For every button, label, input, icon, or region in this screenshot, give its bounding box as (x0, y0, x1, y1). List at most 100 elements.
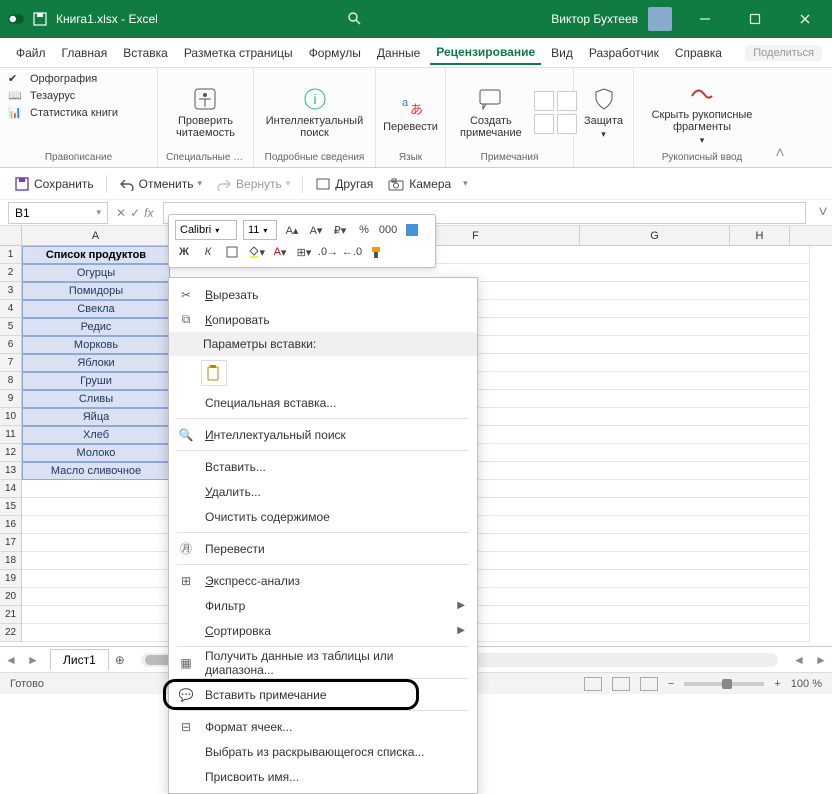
sheet-tab-1[interactable]: Лист1 (50, 649, 109, 670)
italic-button[interactable]: К (199, 243, 217, 261)
cell[interactable]: Редис (22, 318, 170, 336)
increase-decimal-icon[interactable]: .0→ (319, 243, 337, 261)
ctx-insert[interactable]: Вставить... (169, 454, 477, 479)
row-header[interactable]: 21 (0, 606, 22, 624)
tab-view[interactable]: Вид (545, 42, 579, 64)
cell[interactable] (22, 516, 170, 534)
tab-developer[interactable]: Разработчик (583, 42, 665, 64)
translate-button[interactable]: aあ Перевести (377, 89, 444, 135)
smart-lookup-button[interactable]: i Интеллектуальный поиск (260, 83, 369, 141)
minimize-button[interactable] (682, 0, 728, 38)
ctx-filter[interactable]: Фильтр▶ (169, 593, 477, 618)
accounting-format-icon[interactable]: ₽▾ (331, 221, 349, 239)
scroll-right-button[interactable]: ► (810, 653, 832, 667)
row-header[interactable]: 10 (0, 408, 22, 426)
qat-undo-button[interactable]: Отменить▾ (115, 175, 206, 193)
cell[interactable]: Груши (22, 372, 170, 390)
column-header-A[interactable]: A (22, 226, 170, 245)
name-box[interactable]: B1▾ (8, 202, 108, 224)
tab-help[interactable]: Справка (669, 42, 728, 64)
thesaurus-button[interactable]: 📖Тезаурус (8, 89, 75, 103)
tab-insert[interactable]: Вставка (117, 42, 174, 64)
ctx-format-cells[interactable]: ⊟Формат ячеек... (169, 714, 477, 739)
zoom-slider[interactable] (684, 682, 764, 686)
cell[interactable]: Свекла (22, 300, 170, 318)
mini-font-select[interactable]: Calibri▾ (175, 220, 237, 240)
row-header[interactable]: 20 (0, 588, 22, 606)
fill-color-button[interactable]: ▾ (247, 243, 265, 261)
zoom-level-label[interactable]: 100 % (791, 678, 822, 690)
qat-save-button[interactable]: Сохранить (10, 174, 98, 194)
ctx-pick-from-list[interactable]: Выбрать из раскрывающегося списка... (169, 739, 477, 764)
cell[interactable]: Список продуктов (22, 246, 170, 264)
row-header[interactable]: 18 (0, 552, 22, 570)
mini-fontsize-select[interactable]: 11▾ (243, 220, 277, 240)
confirm-entry-icon[interactable]: ✓ (130, 206, 140, 220)
formula-bar-expand[interactable]: ˅ (814, 204, 832, 222)
percent-format-icon[interactable]: % (355, 221, 373, 239)
row-header[interactable]: 12 (0, 444, 22, 462)
tab-scroll-right[interactable]: ► (22, 653, 44, 667)
cell[interactable] (22, 624, 170, 642)
cell[interactable] (22, 606, 170, 624)
cell[interactable] (22, 552, 170, 570)
row-header[interactable]: 4 (0, 300, 22, 318)
show-comment-button[interactable] (534, 114, 554, 134)
row-header[interactable]: 6 (0, 336, 22, 354)
row-header[interactable]: 8 (0, 372, 22, 390)
autosave-toggle-icon[interactable] (8, 11, 24, 27)
user-name-label[interactable]: Виктор Бухтеев (551, 12, 638, 26)
page-layout-view-button[interactable] (612, 677, 630, 691)
cell[interactable] (22, 480, 170, 498)
check-accessibility-button[interactable]: Проверить читаемость (170, 83, 241, 141)
cell[interactable]: Морковь (22, 336, 170, 354)
tab-formulas[interactable]: Формулы (303, 42, 367, 64)
cell[interactable]: Яблоки (22, 354, 170, 372)
workbook-stats-button[interactable]: 📊Статистика книги (8, 106, 118, 120)
font-color-button[interactable]: A▾ (271, 243, 289, 261)
cell[interactable]: Яйца (22, 408, 170, 426)
add-sheet-button[interactable]: ⊕ (109, 653, 131, 667)
ctx-copy[interactable]: ⧉Копировать (169, 307, 477, 332)
spelling-button[interactable]: ✔Орфография (8, 72, 97, 86)
hide-ink-button[interactable]: Скрыть рукописные фрагменты▾ (646, 77, 759, 148)
column-header-G[interactable]: G (580, 226, 730, 245)
comma-format-icon[interactable]: 000 (379, 221, 397, 239)
conditional-format-icon[interactable] (403, 221, 421, 239)
border-button[interactable] (223, 243, 241, 261)
ctx-quick-analysis[interactable]: ⊞Экспресс-анализ (169, 568, 477, 593)
qat-camera-button[interactable]: Камера (383, 175, 455, 193)
protect-button[interactable]: Защита▾ (578, 83, 629, 142)
ctx-get-data-from-table[interactable]: ▦Получить данные из таблицы или диапазон… (169, 650, 477, 675)
ctx-define-name[interactable]: Присвоить имя... (169, 764, 477, 789)
row-header[interactable]: 1 (0, 246, 22, 264)
bold-button[interactable]: Ж (175, 243, 193, 261)
paste-default-icon[interactable] (201, 360, 227, 386)
row-header[interactable]: 5 (0, 318, 22, 336)
ctx-insert-comment[interactable]: 💬Вставить примечание (169, 682, 477, 707)
tab-layout[interactable]: Разметка страницы (178, 42, 299, 64)
cell[interactable] (22, 570, 170, 588)
column-header-H[interactable]: H (730, 226, 790, 245)
select-all-corner[interactable] (0, 226, 22, 245)
ctx-sort[interactable]: Сортировка▶ (169, 618, 477, 643)
tab-home[interactable]: Главная (56, 42, 114, 64)
tab-file[interactable]: Файл (10, 42, 52, 64)
borders-dropdown-button[interactable]: ⊞▾ (295, 243, 313, 261)
share-button[interactable]: Поделиться (745, 45, 822, 61)
close-button[interactable] (782, 0, 828, 38)
tab-data[interactable]: Данные (371, 42, 426, 64)
format-painter-icon[interactable] (367, 243, 385, 261)
user-avatar[interactable] (648, 7, 672, 31)
row-header[interactable]: 13 (0, 462, 22, 480)
qat-redo-button[interactable]: Вернуть▾ (212, 175, 294, 193)
qat-customize-button[interactable]: ▾ (463, 178, 468, 189)
row-header[interactable]: 15 (0, 498, 22, 516)
qat-other-button[interactable]: Другая (311, 175, 377, 193)
decrease-font-icon[interactable]: A▾ (307, 221, 325, 239)
row-header[interactable]: 11 (0, 426, 22, 444)
zoom-in-button[interactable]: + (774, 678, 780, 690)
cell[interactable]: Масло сливочное (22, 462, 170, 480)
fx-icon[interactable]: fx (144, 206, 153, 220)
search-icon[interactable] (347, 11, 363, 27)
